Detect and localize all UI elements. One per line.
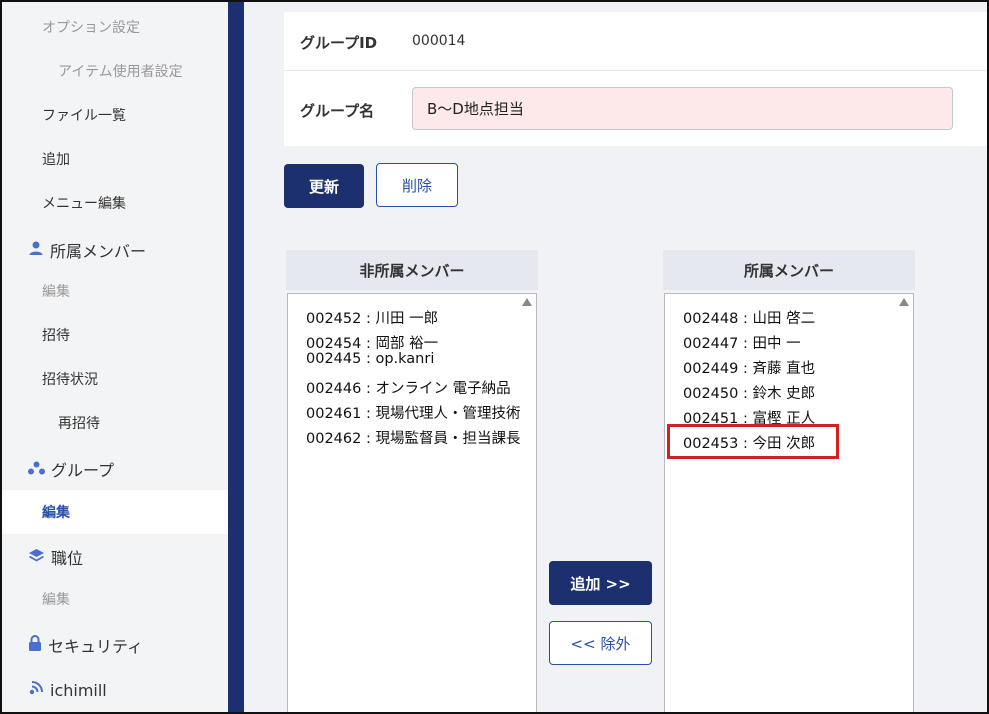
sidebar-item-invite[interactable]: 招待 [0, 322, 228, 348]
lock-icon [28, 634, 42, 656]
sidebar-item-label: 再招待 [58, 416, 100, 432]
sidebar-item-label: 職位 [51, 549, 84, 568]
sidebar-section-security[interactable]: セキュリティ [0, 631, 228, 659]
list-item[interactable]: 002447 : 田中 一 [683, 332, 801, 353]
sidebar: オプション設定 アイテム使用者設定 ファイル一覧 追加 メニュー編集 所属メンバ… [0, 0, 228, 714]
group-name-label: グループ名 [300, 102, 375, 120]
group-id-label: グループID [300, 34, 378, 52]
list-item[interactable]: 002449 : 斉藤 直也 [683, 357, 815, 378]
non-members-header: 非所属メンバー [286, 250, 538, 290]
non-members-listbox[interactable]: 002452 : 川田 一郎 002454 : 岡部 裕一 002445 : o… [287, 293, 537, 714]
sidebar-section-position[interactable]: 職位 [0, 543, 228, 571]
signal-icon [28, 680, 44, 700]
scroll-up-arrow-icon[interactable] [899, 298, 909, 306]
group-info-panel: グループID 000014 グループ名 B〜D地点担当 [284, 12, 987, 146]
sidebar-item-add[interactable]: 追加 [0, 146, 228, 172]
sidebar-item-label: 招待 [42, 328, 70, 344]
delete-button[interactable]: 削除 [376, 163, 458, 207]
sidebar-item-label: グループ [51, 461, 115, 480]
list-item[interactable]: 002462 : 現場監督員・担当課長 [306, 427, 520, 448]
group-id-value: 000014 [412, 33, 466, 49]
list-item[interactable]: 002446 : オンライン 電子納品 [306, 377, 511, 398]
sidebar-item-label: ファイル一覧 [42, 108, 126, 124]
members-header: 所属メンバー [663, 250, 915, 290]
sidebar-item-label: 追加 [42, 152, 70, 168]
sidebar-item-reinvite[interactable]: 再招待 [0, 410, 228, 436]
group-name-value: B〜D地点担当 [427, 100, 524, 118]
sidebar-item-menu-edit[interactable]: メニュー編集 [0, 190, 228, 216]
sidebar-item-label: 編集 [42, 592, 70, 608]
add-member-button[interactable]: 追加 >> [549, 561, 652, 605]
sidebar-item-file-list[interactable]: ファイル一覧 [0, 102, 228, 128]
sidebar-item-item-user-settings[interactable]: アイテム使用者設定 [0, 58, 228, 84]
sidebar-item-label: ichimill [50, 680, 107, 700]
list-item[interactable]: 002448 : 山田 啓二 [683, 307, 815, 328]
sidebar-item-label: メニュー編集 [42, 196, 126, 212]
divider [284, 70, 987, 71]
sidebar-item-label: オプション設定 [42, 20, 140, 36]
list-item[interactable]: 002461 : 現場代理人・管理技術 [306, 402, 520, 423]
sidebar-item-members-edit[interactable]: 編集 [0, 278, 228, 304]
sidebar-edge-bar [228, 0, 244, 714]
members-listbox[interactable]: 002448 : 山田 啓二 002447 : 田中 一 002449 : 斉藤… [664, 293, 914, 714]
remove-member-button[interactable]: << 除外 [549, 621, 652, 665]
sidebar-item-position-edit[interactable]: 編集 [0, 586, 228, 612]
sidebar-item-group-edit[interactable]: 編集 [0, 490, 228, 534]
list-item[interactable]: 002445 : op.kanri [306, 351, 434, 367]
layers-icon [28, 548, 45, 567]
sidebar-item-label: 編集 [42, 284, 70, 300]
sidebar-item-label: セキュリティ [48, 637, 144, 656]
sidebar-item-invite-status[interactable]: 招待状況 [0, 366, 228, 392]
list-item[interactable]: 002452 : 川田 一郎 [306, 307, 438, 328]
selection-highlight-box [667, 424, 839, 459]
list-item[interactable]: 002450 : 鈴木 史郎 [683, 382, 815, 403]
scroll-up-arrow-icon[interactable] [522, 298, 532, 306]
sidebar-item-label: 所属メンバー [50, 242, 147, 261]
sidebar-item-option-settings[interactable]: オプション設定 [0, 14, 228, 40]
update-button[interactable]: 更新 [284, 164, 364, 208]
sidebar-section-ichimill[interactable]: ichimill [0, 676, 228, 704]
sidebar-section-group[interactable]: グループ [0, 455, 228, 483]
sidebar-item-label: 招待状況 [42, 372, 98, 388]
group-name-input[interactable]: B〜D地点担当 [412, 87, 953, 130]
group-icon [28, 460, 45, 479]
sidebar-item-label: アイテム使用者設定 [58, 64, 183, 80]
sidebar-section-members[interactable]: 所属メンバー [0, 236, 228, 264]
list-item[interactable]: 002454 : 岡部 裕一 [306, 332, 438, 353]
person-icon [28, 240, 44, 260]
sidebar-item-label: 編集 [42, 505, 70, 521]
